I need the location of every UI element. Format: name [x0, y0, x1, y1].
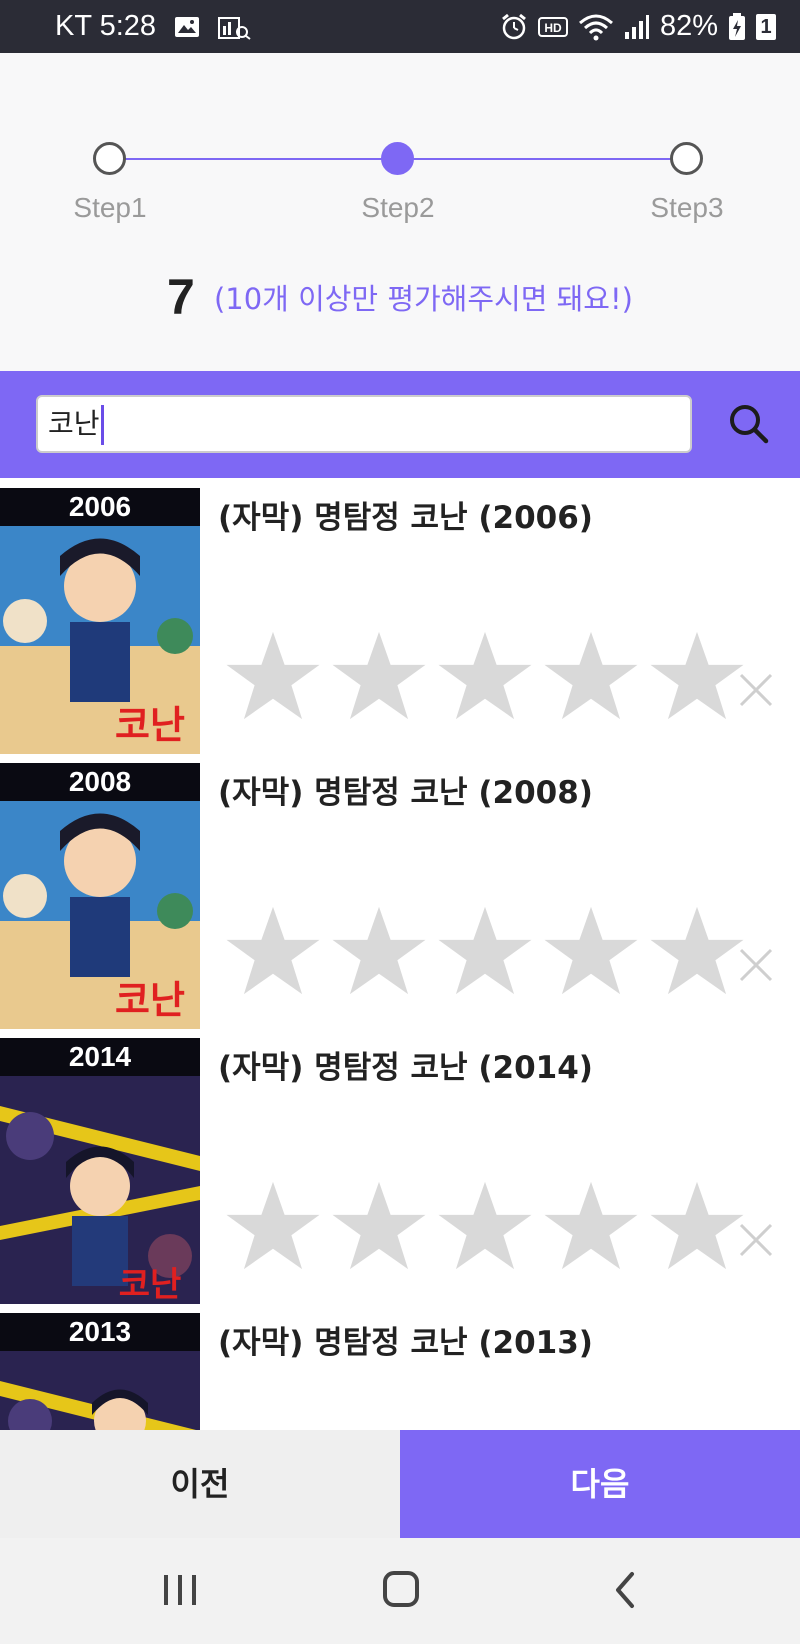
sim-badge: 1	[756, 13, 776, 40]
prev-button[interactable]: 이전	[0, 1430, 400, 1538]
poster-artwork	[0, 1351, 200, 1430]
star-icon[interactable]	[436, 1180, 534, 1272]
rating-hint: (10개 이상만 평가해주시면 돼요!)	[213, 282, 633, 316]
alarm-icon	[502, 13, 526, 39]
close-icon[interactable]	[738, 947, 774, 983]
movie-title: (자막) 명탐정 코난 (2008)	[218, 775, 593, 811]
step-2-dot	[381, 142, 414, 175]
carrier-time: KT 5:28	[55, 10, 157, 42]
movie-poster: 2014 코난	[0, 1038, 200, 1304]
search-icon[interactable]	[724, 399, 774, 449]
movie-poster: 2013	[0, 1313, 200, 1430]
svg-text:HD: HD	[544, 21, 562, 35]
movie-poster: 2006 코난	[0, 488, 200, 754]
search-bar: 코난	[0, 371, 800, 478]
next-button[interactable]: 다음	[400, 1430, 800, 1538]
wifi-icon	[578, 14, 613, 40]
back-icon[interactable]	[610, 1570, 640, 1610]
poster-year: 2014	[0, 1038, 200, 1076]
analytics-search-icon	[218, 16, 251, 40]
text-caret	[100, 405, 104, 445]
star-icon[interactable]	[542, 905, 640, 997]
search-input[interactable]: 코난	[36, 395, 692, 453]
movie-list[interactable]: 2006 코난 (자막) 명탐정 코난 (2006) 2008 코난 (자막) …	[0, 478, 800, 1430]
recent-apps-icon[interactable]	[160, 1573, 200, 1607]
svg-text:코난: 코난	[115, 978, 185, 1022]
star-icon[interactable]	[330, 1180, 428, 1272]
star-rating[interactable]	[224, 1180, 746, 1272]
search-input-value: 코난	[48, 407, 100, 440]
step-1-label: Step1	[73, 192, 147, 223]
rating-counter: 7 (10개 이상만 평가해주시면 돼요!)	[0, 268, 800, 326]
movie-title: (자막) 명탐정 코난 (2013)	[218, 1325, 593, 1361]
step-2-label: Step2	[361, 192, 435, 223]
list-item: 2006 코난 (자막) 명탐정 코난 (2006)	[0, 478, 800, 754]
star-icon[interactable]	[330, 905, 428, 997]
star-icon[interactable]	[648, 630, 746, 722]
star-icon[interactable]	[224, 905, 322, 997]
star-icon[interactable]	[542, 1180, 640, 1272]
poster-artwork: 코난	[0, 1076, 200, 1304]
poster-artwork: 코난	[0, 801, 200, 1029]
star-icon[interactable]	[436, 630, 534, 722]
close-icon[interactable]	[738, 1222, 774, 1258]
star-icon[interactable]	[224, 1180, 322, 1272]
poster-year: 2008	[0, 763, 200, 801]
signal-icon	[624, 14, 649, 39]
system-nav-bar	[0, 1538, 800, 1644]
poster-year: 2006	[0, 488, 200, 526]
step-3-dot	[670, 142, 703, 175]
battery-percent: 82%	[659, 10, 718, 42]
star-rating[interactable]	[224, 905, 746, 997]
star-icon[interactable]	[436, 905, 534, 997]
movie-poster: 2008 코난	[0, 763, 200, 1029]
step-3-label: Step3	[650, 192, 724, 223]
star-icon[interactable]	[224, 630, 322, 722]
gallery-icon	[175, 16, 200, 37]
list-item: 2014 코난 (자막) 명탐정 코난 (2014)	[0, 1028, 800, 1304]
bottom-actions: 이전 다음	[0, 1430, 800, 1538]
battery-charging-icon	[729, 12, 745, 40]
poster-year: 2013	[0, 1313, 200, 1351]
list-item: 2008 코난 (자막) 명탐정 코난 (2008)	[0, 753, 800, 1029]
poster-artwork: 코난	[0, 526, 200, 754]
close-icon[interactable]	[738, 672, 774, 708]
svg-text:코난: 코난	[119, 1265, 182, 1304]
home-icon[interactable]	[383, 1571, 419, 1607]
header: Step1 Step2 Step3 7 (10개 이상만 평가해주시면 돼요!)	[0, 53, 800, 371]
movie-title: (자막) 명탐정 코난 (2006)	[218, 500, 593, 536]
star-icon[interactable]	[330, 630, 428, 722]
rated-count: 7	[167, 269, 195, 325]
star-icon[interactable]	[648, 1180, 746, 1272]
star-rating[interactable]	[224, 630, 746, 722]
list-item: 2013 (자막) 명탐정 코난 (2013)	[0, 1303, 800, 1430]
step-1-dot	[93, 142, 126, 175]
svg-text:코난: 코난	[115, 703, 185, 747]
star-icon[interactable]	[648, 905, 746, 997]
status-bar: KT 5:28 HD 82% 1	[0, 0, 800, 53]
star-icon[interactable]	[542, 630, 640, 722]
hd-icon: HD	[537, 16, 568, 37]
movie-title: (자막) 명탐정 코난 (2014)	[218, 1050, 593, 1086]
